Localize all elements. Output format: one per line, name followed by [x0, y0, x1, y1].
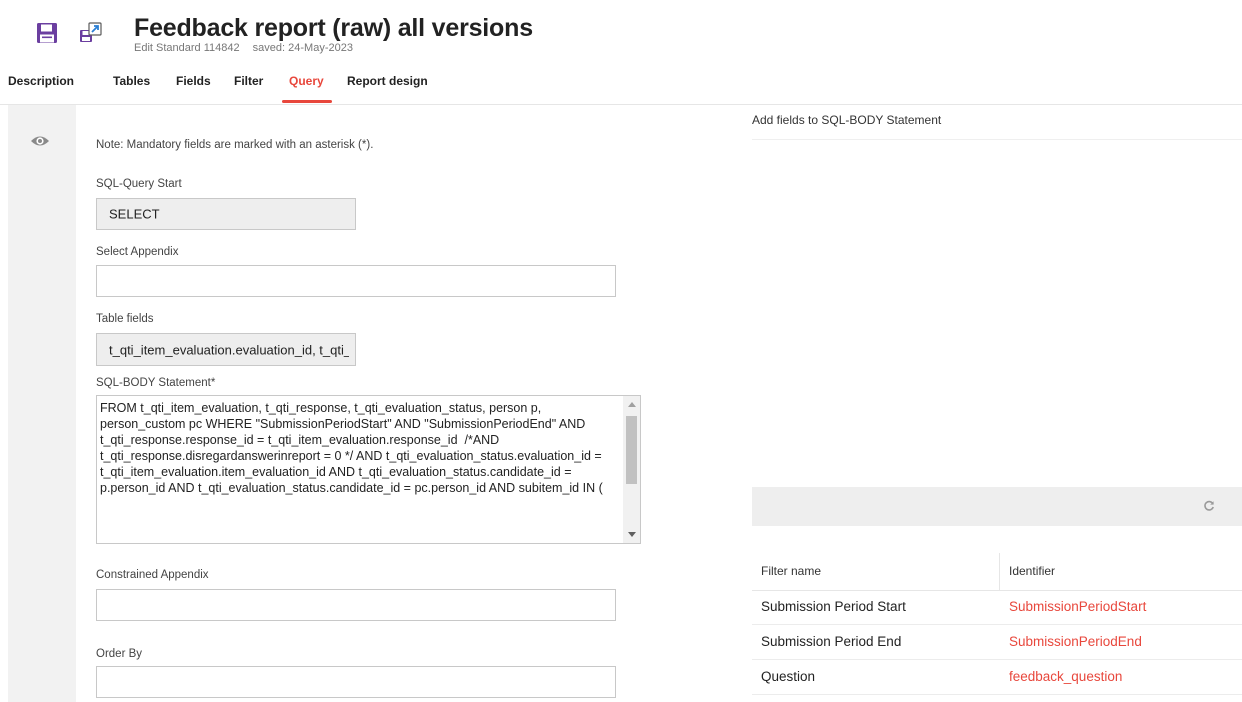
left-gutter — [8, 105, 76, 702]
filter-name-cell: Submission Period Start — [761, 599, 906, 614]
table-fields-label: Table fields — [96, 313, 154, 325]
filter-identifier-link[interactable]: SubmissionPeriodEnd — [1009, 634, 1142, 649]
page-subtitle: Edit Standard 114842 saved: 24-May-2023 — [134, 42, 363, 54]
scroll-thumb[interactable] — [626, 416, 637, 484]
mandatory-note: Note: Mandatory fields are marked with a… — [96, 139, 374, 151]
select-appendix-label: Select Appendix — [96, 246, 179, 258]
table-row[interactable]: Submission Period End SubmissionPeriodEn… — [752, 625, 1242, 660]
tab-report-design[interactable]: Report design — [347, 74, 428, 88]
table-row[interactable]: Question feedback_question — [752, 660, 1242, 695]
saved-date-label: saved: 24-May-2023 — [252, 42, 353, 54]
tab-fields[interactable]: Fields — [176, 74, 211, 88]
right-panel-divider — [752, 139, 1242, 140]
sql-body-scrollbar[interactable] — [623, 396, 640, 543]
filter-table-header: Filter name Identifier — [752, 553, 1242, 591]
constrained-appendix-label: Constrained Appendix — [96, 569, 209, 581]
right-panel-heading: Add fields to SQL-BODY Statement — [752, 113, 942, 127]
export-icon[interactable] — [79, 20, 103, 49]
right-panel-toolbar — [752, 487, 1242, 526]
edit-standard-label: Edit Standard 114842 — [134, 42, 240, 54]
filter-name-cell: Question — [761, 669, 816, 684]
sql-body-label: SQL-BODY Statement* — [96, 377, 216, 389]
table-fields-field[interactable]: t_qti_item_evaluation.evaluation_id, t_q… — [96, 333, 356, 366]
active-tab-indicator — [282, 100, 332, 103]
tab-filter[interactable]: Filter — [234, 74, 263, 88]
filter-identifier-link[interactable]: feedback_question — [1009, 669, 1122, 684]
header-divider — [0, 104, 1242, 105]
tab-description[interactable]: Description — [8, 74, 74, 88]
table-fields-value: t_qti_item_evaluation.evaluation_id, t_q… — [109, 342, 349, 357]
save-icon[interactable] — [36, 22, 58, 49]
table-row[interactable]: Submission Period Start SubmissionPeriod… — [752, 590, 1242, 625]
order-by-input[interactable] — [96, 666, 616, 698]
refresh-icon[interactable] — [1203, 499, 1215, 517]
order-by-label: Order By — [96, 648, 143, 660]
select-appendix-input[interactable] — [96, 265, 616, 297]
filter-identifier-link[interactable]: SubmissionPeriodStart — [1009, 599, 1146, 614]
constrained-appendix-input[interactable] — [96, 589, 616, 621]
column-identifier[interactable]: Identifier — [1009, 564, 1055, 578]
sql-body-text: FROM t_qti_item_evaluation, t_qti_respon… — [100, 401, 606, 495]
tab-query[interactable]: Query — [289, 74, 324, 88]
sql-body-textarea[interactable]: FROM t_qti_item_evaluation, t_qti_respon… — [96, 395, 641, 544]
tab-tables[interactable]: Tables — [113, 74, 150, 88]
eye-icon[interactable] — [30, 134, 50, 153]
scroll-up-icon[interactable] — [628, 402, 636, 407]
column-separator — [999, 553, 1000, 590]
column-filter-name[interactable]: Filter name — [761, 564, 821, 578]
page-title: Feedback report (raw) all versions — [134, 14, 533, 42]
sql-query-start-label: SQL-Query Start — [96, 178, 182, 190]
scroll-down-icon[interactable] — [628, 532, 636, 537]
sql-query-start-value: SELECT — [109, 206, 160, 222]
sql-query-start-field[interactable]: SELECT — [96, 198, 356, 230]
filter-name-cell: Submission Period End — [761, 634, 902, 649]
